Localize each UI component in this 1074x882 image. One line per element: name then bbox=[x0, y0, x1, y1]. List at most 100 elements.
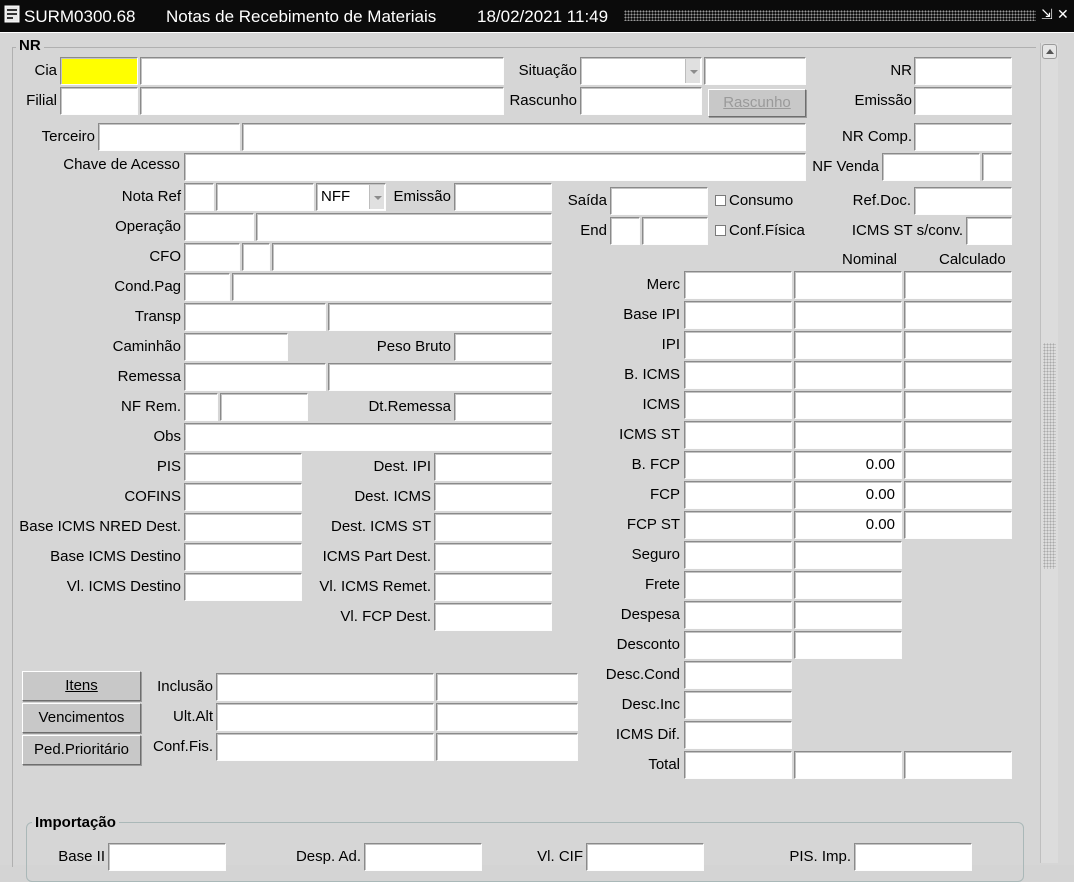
desc-inc-col1-field[interactable] bbox=[684, 691, 792, 719]
dest-ipi-field[interactable] bbox=[434, 453, 552, 481]
cfo-desc-field[interactable] bbox=[272, 243, 552, 271]
ult-alt-a-field[interactable] bbox=[216, 703, 434, 731]
seguro-col1-field[interactable] bbox=[684, 541, 792, 569]
situacao-desc-field[interactable] bbox=[704, 57, 806, 85]
cia-field[interactable] bbox=[60, 57, 138, 85]
scroll-thumb[interactable] bbox=[1043, 343, 1056, 569]
icms-col3-field[interactable] bbox=[904, 391, 1012, 419]
caminhao-field[interactable] bbox=[184, 333, 288, 361]
ipi-col2-field[interactable] bbox=[794, 331, 902, 359]
scroll-up-icon[interactable] bbox=[1042, 44, 1057, 59]
despesa-col2-field[interactable] bbox=[794, 601, 902, 629]
total-col2-field[interactable] bbox=[794, 751, 902, 779]
b-fcp-col1-field[interactable] bbox=[684, 451, 792, 479]
nota-ref-b-field[interactable] bbox=[216, 183, 314, 211]
desconto-col1-field[interactable] bbox=[684, 631, 792, 659]
conf-fisica-checkbox[interactable]: Conf.Física bbox=[715, 218, 805, 244]
base-ipi-col3-field[interactable] bbox=[904, 301, 1012, 329]
vertical-scrollbar[interactable] bbox=[1040, 43, 1058, 863]
cfo-a-field[interactable] bbox=[184, 243, 240, 271]
transp-code-field[interactable] bbox=[184, 303, 326, 331]
dt-remessa-field[interactable] bbox=[454, 393, 552, 421]
b-icms-col1-field[interactable] bbox=[684, 361, 792, 389]
cond-pag-code-field[interactable] bbox=[184, 273, 230, 301]
dest-icms-st-field[interactable] bbox=[434, 513, 552, 541]
fcp-st-col1-field[interactable] bbox=[684, 511, 792, 539]
close-icon[interactable]: ✕ bbox=[1057, 6, 1069, 23]
consumo-checkbox[interactable]: Consumo bbox=[715, 188, 793, 214]
vl-cif-field[interactable] bbox=[586, 843, 704, 871]
ped-prioritario-button[interactable]: Ped.Prioritário bbox=[22, 735, 141, 765]
rascunho-field[interactable] bbox=[580, 87, 702, 115]
ipi-col1-field[interactable] bbox=[684, 331, 792, 359]
cofins-field[interactable] bbox=[184, 483, 302, 511]
base-ipi-col2-field[interactable] bbox=[794, 301, 902, 329]
chevron-down-icon[interactable] bbox=[369, 185, 384, 209]
operacao-code-field[interactable] bbox=[184, 213, 254, 241]
operacao-desc-field[interactable] bbox=[256, 213, 552, 241]
b-icms-col2-field[interactable] bbox=[794, 361, 902, 389]
vl-icms-remet-field[interactable] bbox=[434, 573, 552, 601]
fcp-st-col3-field[interactable] bbox=[904, 511, 1012, 539]
vl-fcp-dest-field[interactable] bbox=[434, 603, 552, 631]
seguro-col2-field[interactable] bbox=[794, 541, 902, 569]
nf-rem-b-field[interactable] bbox=[220, 393, 308, 421]
nota-ref-a-field[interactable] bbox=[184, 183, 214, 211]
pis-field[interactable] bbox=[184, 453, 302, 481]
minimize-icon[interactable]: ⇲ bbox=[1041, 6, 1053, 23]
icms-col1-field[interactable] bbox=[684, 391, 792, 419]
b-icms-col3-field[interactable] bbox=[904, 361, 1012, 389]
total-col1-field[interactable] bbox=[684, 751, 792, 779]
icms-st-col3-field[interactable] bbox=[904, 421, 1012, 449]
situacao-select[interactable] bbox=[580, 57, 702, 85]
filial-field[interactable] bbox=[60, 87, 138, 115]
terceiro-description-field[interactable] bbox=[242, 123, 806, 151]
itens-button[interactable]: Itens bbox=[22, 671, 141, 701]
nf-venda-field[interactable] bbox=[882, 153, 980, 181]
end-a-field[interactable] bbox=[610, 217, 640, 245]
filial-description-field[interactable] bbox=[140, 87, 504, 115]
total-col3-field[interactable] bbox=[904, 751, 1012, 779]
inclusao-a-field[interactable] bbox=[216, 673, 434, 701]
desconto-col2-field[interactable] bbox=[794, 631, 902, 659]
saida-field[interactable] bbox=[610, 187, 708, 215]
terceiro-field[interactable] bbox=[98, 123, 240, 151]
base-ii-field[interactable] bbox=[108, 843, 226, 871]
nr-comp-field[interactable] bbox=[914, 123, 1012, 151]
nf-venda-extra-field[interactable] bbox=[982, 153, 1012, 181]
base-icms-nred-dest-field[interactable] bbox=[184, 513, 302, 541]
chevron-down-icon[interactable] bbox=[685, 59, 700, 83]
emissao-field[interactable] bbox=[914, 87, 1012, 115]
chave-acesso-field[interactable] bbox=[184, 153, 806, 181]
fcp-col2-field[interactable]: 0.00 bbox=[794, 481, 902, 509]
ipi-col3-field[interactable] bbox=[904, 331, 1012, 359]
inclusao-b-field[interactable] bbox=[436, 673, 578, 701]
end-b-field[interactable] bbox=[642, 217, 708, 245]
cia-description-field[interactable] bbox=[140, 57, 504, 85]
vl-icms-destino-field[interactable] bbox=[184, 573, 302, 601]
b-fcp-col3-field[interactable] bbox=[904, 451, 1012, 479]
obs-field[interactable] bbox=[184, 423, 552, 451]
conf-fis-a-field[interactable] bbox=[216, 733, 434, 761]
fcp-col1-field[interactable] bbox=[684, 481, 792, 509]
base-ipi-col1-field[interactable] bbox=[684, 301, 792, 329]
icms-part-dest-field[interactable] bbox=[434, 543, 552, 571]
merc-col3-field[interactable] bbox=[904, 271, 1012, 299]
cfo-b-field[interactable] bbox=[242, 243, 270, 271]
despesa-col1-field[interactable] bbox=[684, 601, 792, 629]
frete-col1-field[interactable] bbox=[684, 571, 792, 599]
fcp-st-col2-field[interactable]: 0.00 bbox=[794, 511, 902, 539]
icms-st-col2-field[interactable] bbox=[794, 421, 902, 449]
ref-doc-field[interactable] bbox=[914, 187, 1012, 215]
icms-col2-field[interactable] bbox=[794, 391, 902, 419]
peso-bruto-field[interactable] bbox=[454, 333, 552, 361]
desc-cond-col1-field[interactable] bbox=[684, 661, 792, 689]
cond-pag-desc-field[interactable] bbox=[232, 273, 552, 301]
frete-col2-field[interactable] bbox=[794, 571, 902, 599]
ult-alt-b-field[interactable] bbox=[436, 703, 578, 731]
desp-ad-field[interactable] bbox=[364, 843, 482, 871]
vencimentos-button[interactable]: Vencimentos bbox=[22, 703, 141, 733]
base-icms-destino-field[interactable] bbox=[184, 543, 302, 571]
nf-rem-a-field[interactable] bbox=[184, 393, 218, 421]
icms-dif-col1-field[interactable] bbox=[684, 721, 792, 749]
